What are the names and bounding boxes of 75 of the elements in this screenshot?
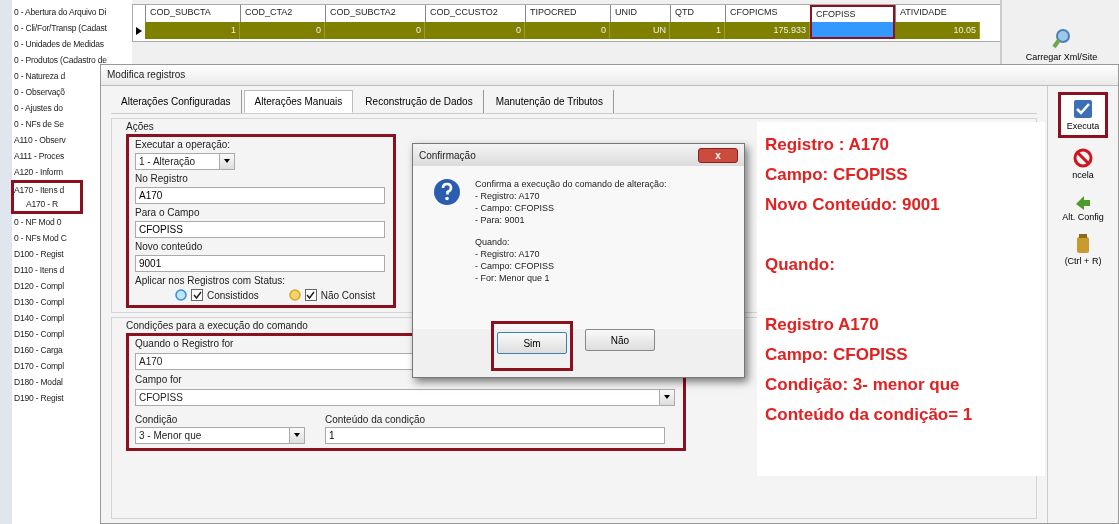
table-cell[interactable]: UN (610, 22, 670, 39)
operation-dropdown[interactable]: 1 - Alteração (135, 153, 235, 170)
close-button[interactable]: x (698, 147, 738, 163)
checkbox-check-icon (1073, 99, 1093, 119)
tab[interactable]: Manutenção de Tributos (485, 90, 614, 113)
dialog-button[interactable]: Sim (497, 332, 567, 354)
message-line: - Campo: CFOPISS (475, 202, 556, 214)
checkbox[interactable] (191, 289, 203, 301)
circle-status-icon (175, 289, 187, 301)
tree-item[interactable]: 0 - Abertura do Arquivo Di (14, 4, 132, 20)
toolbar-button[interactable]: Carregar Xml/Site (1023, 26, 1100, 64)
toolbar-button[interactable]: (Ctrl + R) (1062, 232, 1104, 268)
annotation-text: Conteúdo da condição= 1 (765, 404, 974, 426)
toolbar-button[interactable]: Executa (1057, 92, 1109, 138)
field-label: Executar a operação: (135, 139, 231, 150)
toolbar-button[interactable]: ncela (1070, 146, 1096, 182)
tab[interactable]: Alterações Configuradas (111, 90, 242, 113)
input-field[interactable]: 1 (325, 427, 665, 444)
table-cell[interactable]: 0 (240, 22, 325, 39)
annotation-text: Registro : A170 (765, 134, 891, 156)
input-field[interactable]: 9001 (135, 255, 385, 272)
checkbox-label: Não Consist (320, 289, 376, 301)
message-line: - Registro: A170 (475, 190, 541, 202)
tree-item[interactable]: A170 - Itens d (14, 183, 80, 197)
dialog-button[interactable]: Não (585, 329, 655, 351)
field-label: Novo conteúdo (135, 241, 203, 252)
message-line: Confirma a execução do comando de alteração: (475, 178, 667, 190)
field-label: Quando o Registro for (135, 338, 234, 349)
tree-item[interactable]: 0 - Unidades de Medidas (14, 36, 132, 52)
table-cell[interactable]: 0 (525, 22, 610, 39)
input-field[interactable]: CFOPISS (135, 221, 385, 238)
annotation-text: Registro A170 (765, 314, 880, 336)
toolbar-button[interactable]: Alt. Config (1060, 190, 1106, 224)
message-line: - Para: 9001 (475, 214, 526, 226)
table-cell[interactable] (810, 22, 895, 39)
table-cell[interactable]: 1 (670, 22, 725, 39)
annotation-text: Novo Conteúdo: 9001 (765, 194, 941, 216)
message-line: Quando: (475, 236, 511, 248)
message-line: - For: Menor que 1 (475, 272, 551, 284)
checkbox[interactable] (304, 289, 317, 301)
annotation-text: Condição: 3- menor que (765, 374, 961, 396)
warning-status-icon (288, 289, 301, 301)
field-label: Aplicar nos Registros com Status: (135, 275, 286, 286)
prohibited-icon (1073, 148, 1093, 168)
message-line: - Campo: CFOPISS (475, 260, 556, 272)
table-cell[interactable]: 0 (425, 22, 525, 39)
jar-icon (1075, 234, 1091, 254)
field-label: Campo for (135, 374, 182, 385)
field-label: Conteúdo da condição (325, 414, 427, 425)
tab[interactable]: Alterações Manuais (243, 90, 354, 113)
field-label: No Registro (135, 173, 188, 184)
tree-item[interactable]: 0 - Produtos (Cadastro de (14, 52, 132, 68)
table-cell[interactable]: 0 (325, 22, 425, 39)
tree-item[interactable]: 0 - Cli/For/Transp (Cadast (14, 20, 132, 36)
magnifier-icon (1050, 28, 1073, 50)
question-icon (433, 178, 461, 206)
tab[interactable]: Reconstrução de Dados (355, 90, 484, 113)
annotation-text: Campo: CFOPISS (765, 164, 909, 186)
field-dropdown[interactable]: CFOPISS (135, 389, 675, 406)
group-title: Condições para a execução do comando (126, 320, 308, 331)
condition-dropdown[interactable]: 3 - Menor que (135, 427, 305, 444)
field-label: Condição (135, 414, 179, 425)
table-cell[interactable]: 1 (145, 22, 240, 39)
field-label: Para o Campo (135, 207, 200, 218)
checkbox-label: Consistidos (207, 289, 259, 301)
message-line: - Registro: A170 (475, 248, 541, 260)
table-cell[interactable]: 10.05 (895, 22, 980, 39)
table-cell[interactable]: 175.933 (725, 22, 810, 39)
annotation-text: Campo: CFOPISS (765, 344, 909, 366)
input-field[interactable]: A170 (135, 187, 385, 204)
dialog-title: Confirmação (419, 149, 476, 161)
annotation-text: Quando: (765, 254, 836, 276)
window-title: Modifica registros (101, 65, 1118, 86)
group-title: Ações (126, 121, 154, 132)
tree-item[interactable]: A170 - R (14, 197, 80, 211)
